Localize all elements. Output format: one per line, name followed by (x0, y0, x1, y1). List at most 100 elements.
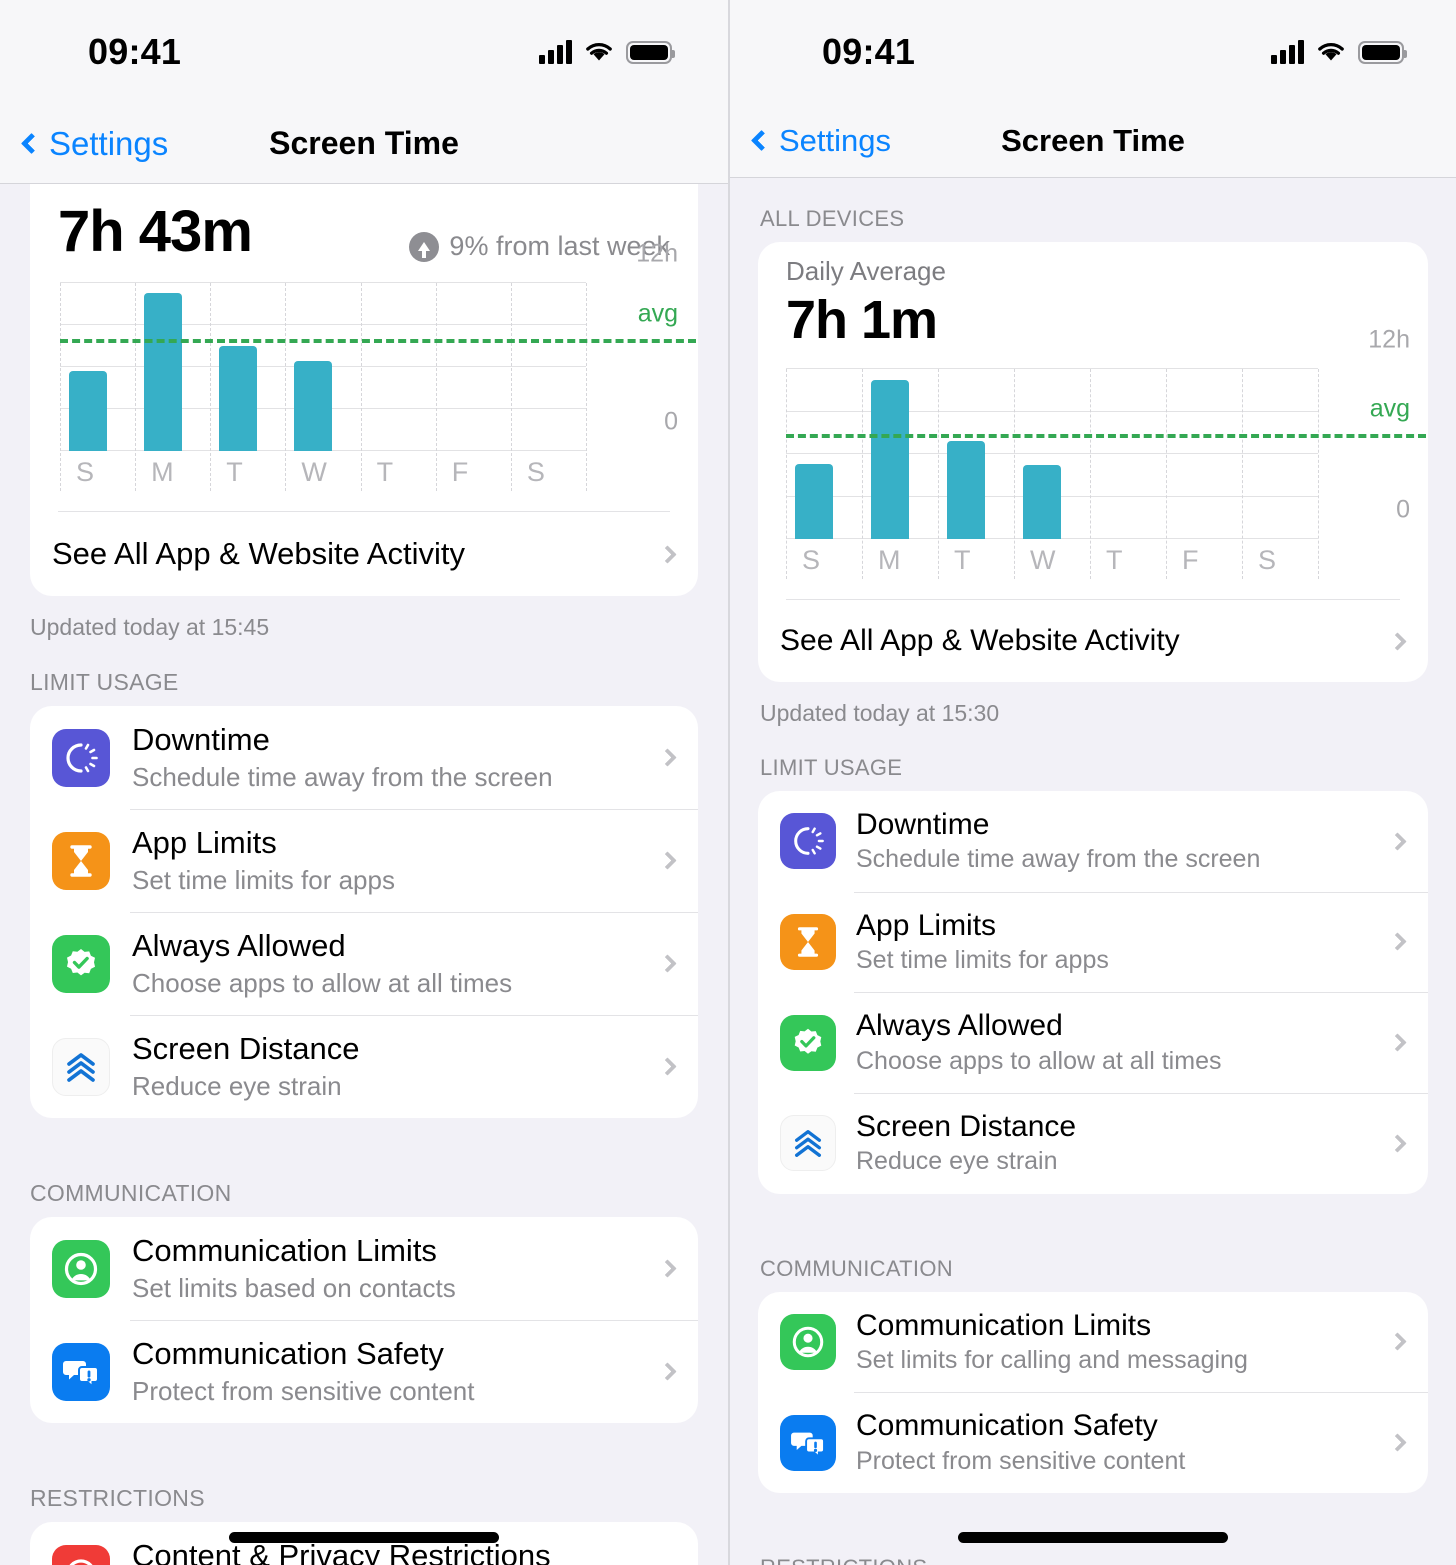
chart-y-tick-label: 0 (1396, 495, 1410, 524)
back-button[interactable]: Settings (746, 123, 891, 159)
chart-bar[interactable] (795, 463, 834, 539)
chart-x-tick-label: T (226, 457, 243, 487)
downtime-icon (780, 813, 836, 870)
section-header-communication: COMMUNICATION (30, 1180, 232, 1207)
chart-average-label: avg (1369, 394, 1410, 423)
chevron-left-icon (20, 132, 43, 155)
row-title: Communication Safety (856, 1409, 1158, 1443)
summary-header: Daily Average 7h 1m (758, 242, 1428, 351)
status-indicators (1271, 40, 1407, 64)
chart-day-labels: SMTWTFS (60, 451, 586, 497)
settings-row-communication-safety[interactable]: Communication Safety Protect from sensit… (30, 1320, 698, 1423)
status-time: 09:41 (88, 31, 182, 72)
chart-bar[interactable] (871, 380, 910, 539)
settings-row-screen-distance[interactable]: Screen Distance Reduce eye strain (30, 1015, 698, 1118)
cellular-bars-icon (1271, 40, 1304, 64)
communication-card: Communication Limits Set limits for call… (758, 1291, 1428, 1493)
row-text: App Limits Set time limits for apps (856, 908, 1379, 977)
battery-icon (1358, 40, 1407, 64)
status-time: 09:41 (822, 31, 916, 72)
person-circle-icon (780, 1313, 836, 1370)
chart-day-separator (1318, 369, 1319, 579)
chevron-right-icon (1388, 832, 1407, 851)
scroll-content[interactable]: 7h 43m 9% from last week avg 12h 0 S M T W T F S… (0, 184, 728, 1565)
settings-row-downtime[interactable]: Downtime Schedule time away from the scr… (758, 791, 1428, 892)
chart-x-tick-label: S (76, 457, 95, 487)
row-title: App Limits (132, 825, 277, 861)
settings-row-communication-limits[interactable]: Communication Limits Set limits based on… (30, 1217, 698, 1320)
see-all-activity-label: See All App & Website Activity (780, 624, 1180, 657)
chevron-right-icon (1388, 631, 1407, 651)
communication-card: Communication Limits Set limits based on… (30, 1217, 698, 1424)
row-subtitle: Reduce eye strain (132, 1070, 342, 1101)
limit-usage-card: Downtime Schedule time away from the scr… (30, 706, 698, 1119)
chart-gridline (60, 282, 586, 283)
settings-row-communication-safety[interactable]: Communication Safety Protect from sensit… (758, 1392, 1428, 1493)
settings-row-app-limits[interactable]: App Limits Set time limits for apps (758, 891, 1428, 993)
chevron-right-icon (1388, 1332, 1407, 1352)
settings-row-screen-distance[interactable]: Screen Distance Reduce eye strain (758, 1092, 1428, 1194)
updated-timestamp: Updated today at 15:45 (30, 614, 270, 640)
row-text: Communication Limits Set limits for call… (856, 1308, 1379, 1377)
chart-gridline (786, 410, 1318, 412)
chart-average-line (786, 434, 1426, 439)
row-subtitle: Schedule time away from the screen (856, 845, 1261, 874)
row-text: Communication Limits Set limits based on… (132, 1233, 649, 1304)
settings-row-communication-limits[interactable]: Communication Limits Set limits for call… (758, 1292, 1428, 1393)
row-subtitle: Choose apps to allow at all times (132, 967, 513, 998)
back-button-label: Settings (49, 124, 169, 162)
see-all-activity-row[interactable]: See All App & Website Activity (30, 512, 698, 596)
row-title: Always Allowed (856, 1009, 1063, 1043)
row-text: Always Allowed Choose apps to allow at a… (856, 1008, 1379, 1077)
settings-row-downtime[interactable]: Downtime Schedule time away from the scr… (30, 706, 698, 809)
section-header-limit-usage: LIMIT USAGE (30, 669, 179, 695)
settings-row-always-allowed[interactable]: Always Allowed Choose apps to allow at a… (30, 912, 698, 1015)
chevron-right-icon (1388, 1433, 1407, 1452)
chart-bar[interactable] (1023, 465, 1062, 539)
chart-x-tick-label: T (376, 457, 394, 487)
chart-bar[interactable] (947, 441, 986, 539)
summary-header: 7h 43m 9% from last week (30, 184, 698, 265)
row-title: App Limits (856, 908, 997, 942)
chevron-right-icon (658, 851, 677, 870)
see-all-activity-row[interactable]: See All App & Website Activity (758, 600, 1428, 682)
row-text: Screen Distance Reduce eye strain (132, 1031, 649, 1102)
chart-day-labels: SMTWTFS (786, 539, 1318, 585)
chart-day-separator (586, 283, 587, 491)
chart-x-tick-label: S (526, 457, 545, 487)
section-header-restrictions: RESTRICTIONS (30, 1485, 205, 1512)
person-circle-icon (52, 1239, 110, 1298)
daily-average-label: Daily Average (786, 256, 946, 286)
status-indicators (539, 40, 675, 64)
settings-row-app-limits[interactable]: App Limits Set time limits for apps (30, 809, 698, 912)
chevron-right-icon (658, 1057, 677, 1076)
back-button-label: Settings (779, 122, 892, 158)
hourglass-icon (780, 913, 836, 970)
battery-icon (626, 40, 675, 64)
weekly-usage-chart: avg 12h 0 S M T W T F S (758, 326, 1428, 585)
navigation-bar: Settings Screen Time (0, 104, 728, 184)
scroll-content[interactable]: ALL DEVICES Daily Average 7h 1m avg 12h 0 … (730, 178, 1456, 1565)
row-subtitle: Choose apps to allow at all times (856, 1046, 1222, 1075)
back-button[interactable]: Settings (16, 125, 168, 163)
chart-bar[interactable] (69, 371, 107, 451)
chart-x-tick-label: M (878, 545, 901, 575)
settings-row-always-allowed[interactable]: Always Allowed Choose apps to allow at a… (758, 992, 1428, 1093)
row-subtitle: Set time limits for apps (132, 864, 395, 895)
wifi-icon (586, 42, 612, 61)
restrictions-card: Content & Privacy Restrictions Block ina… (30, 1522, 698, 1565)
chevron-right-icon (658, 1362, 677, 1382)
chart-bar[interactable] (294, 361, 332, 451)
chart-gridline (786, 453, 1318, 454)
row-subtitle: Protect from sensitive content (856, 1446, 1186, 1475)
cellular-bars-icon (539, 40, 572, 64)
settings-row-content-privacy[interactable]: Content & Privacy Restrictions Block ina… (30, 1522, 698, 1565)
message-alert-icon (52, 1342, 110, 1401)
row-text: Screen Distance Reduce eye strain (856, 1109, 1379, 1178)
chart-bar[interactable] (144, 292, 182, 451)
limit-usage-card: Downtime Schedule time away from the scr… (758, 791, 1428, 1194)
chart-bar[interactable] (219, 346, 257, 451)
row-title: Communication Limits (856, 1308, 1152, 1342)
row-text: Communication Safety Protect from sensit… (132, 1336, 649, 1407)
row-title: Downtime (856, 808, 990, 841)
